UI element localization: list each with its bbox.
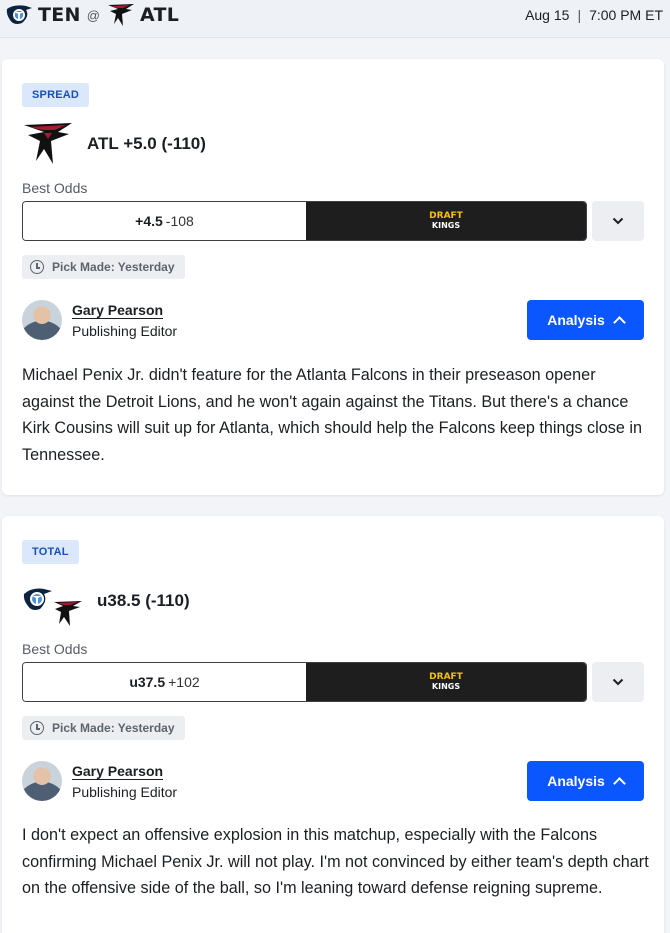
odds-value: u37.5 +102 (23, 663, 306, 701)
pick-type-badge: TOTAL (22, 540, 79, 564)
author-role: Publishing Editor (72, 784, 178, 800)
game-header: TEN @ ATL Aug 15 | 7:00 PM ET (0, 0, 670, 38)
pick-made-text: Pick Made: Yesterday (52, 260, 175, 274)
matchup[interactable]: TEN @ ATL (4, 2, 179, 28)
pick-made-badge: Pick Made: Yesterday (22, 716, 185, 740)
odds-price: +102 (168, 674, 200, 690)
draftkings-logo: DRAFT KINGS (306, 202, 586, 240)
odds-line: u37.5 (129, 674, 166, 690)
game-date: Aug 15 (525, 7, 570, 23)
author-name-link[interactable]: Gary Pearson (72, 763, 164, 780)
draftkings-logo: DRAFT KINGS (306, 663, 586, 701)
analysis-toggle-button[interactable]: Analysis (527, 761, 644, 801)
odds-price: -108 (165, 213, 194, 229)
pick-made-text: Pick Made: Yesterday (52, 721, 175, 735)
best-odds-label: Best Odds (22, 180, 88, 196)
sportsbook-name-top: DRAFT (429, 672, 463, 682)
game-time: Aug 15 | 7:00 PM ET (525, 7, 663, 23)
best-odds-bet-button[interactable]: u37.5 +102 DRAFT KINGS (22, 662, 587, 702)
home-team-abbr: ATL (139, 4, 180, 26)
at-symbol: @ (86, 7, 100, 23)
chevron-up-icon (612, 316, 626, 329)
falcons-logo-icon (107, 4, 134, 26)
pick-label: ATL +5.0 (-110) (87, 134, 206, 153)
separator: | (577, 7, 582, 23)
sportsbook-name-bottom: KINGS (431, 221, 461, 230)
sportsbook-name-top: DRAFT (429, 211, 463, 221)
best-odds-label: Best Odds (22, 641, 88, 657)
titans-falcons-logos-icon (23, 588, 82, 626)
chevron-down-icon (612, 217, 624, 225)
author-name-link[interactable]: Gary Pearson (72, 302, 164, 319)
clock-icon (30, 721, 44, 735)
avatar[interactable] (22, 300, 62, 340)
analysis-button-label: Analysis (547, 773, 605, 789)
analysis-text: Michael Penix Jr. didn't feature for the… (22, 366, 642, 464)
titans-logo-icon (6, 5, 33, 24)
avatar[interactable] (22, 761, 62, 801)
game-clock: 7:00 PM ET (589, 7, 663, 23)
falcons-logo-icon (24, 123, 72, 164)
chevron-up-icon (612, 777, 626, 790)
away-team-abbr: TEN (38, 4, 81, 26)
pick-label: u38.5 (-110) (97, 591, 190, 610)
analysis-toggle-button[interactable]: Analysis (527, 300, 644, 340)
clock-icon (30, 260, 44, 274)
best-odds-bet-button[interactable]: +4.5 -108 DRAFT KINGS (22, 201, 587, 241)
more-odds-button[interactable] (592, 201, 644, 241)
odds-value: +4.5 -108 (23, 202, 306, 240)
chevron-down-icon (612, 678, 624, 686)
analysis-text: I don't expect an offensive explosion in… (22, 826, 649, 897)
sportsbook-name-bottom: KINGS (431, 682, 461, 691)
author-role: Publishing Editor (72, 323, 178, 339)
more-odds-button[interactable] (592, 662, 644, 702)
pick-made-badge: Pick Made: Yesterday (22, 255, 185, 279)
odds-line: +4.5 (135, 213, 163, 229)
pick-card-spread: SPREAD ATL +5.0 (-110) Best Odds +4.5 -1… (2, 59, 664, 495)
analysis-button-label: Analysis (547, 312, 605, 328)
pick-card-total: TOTAL u38.5 (-110) Best Odds u37.5 +102 … (2, 516, 664, 933)
pick-type-badge: SPREAD (22, 83, 90, 107)
